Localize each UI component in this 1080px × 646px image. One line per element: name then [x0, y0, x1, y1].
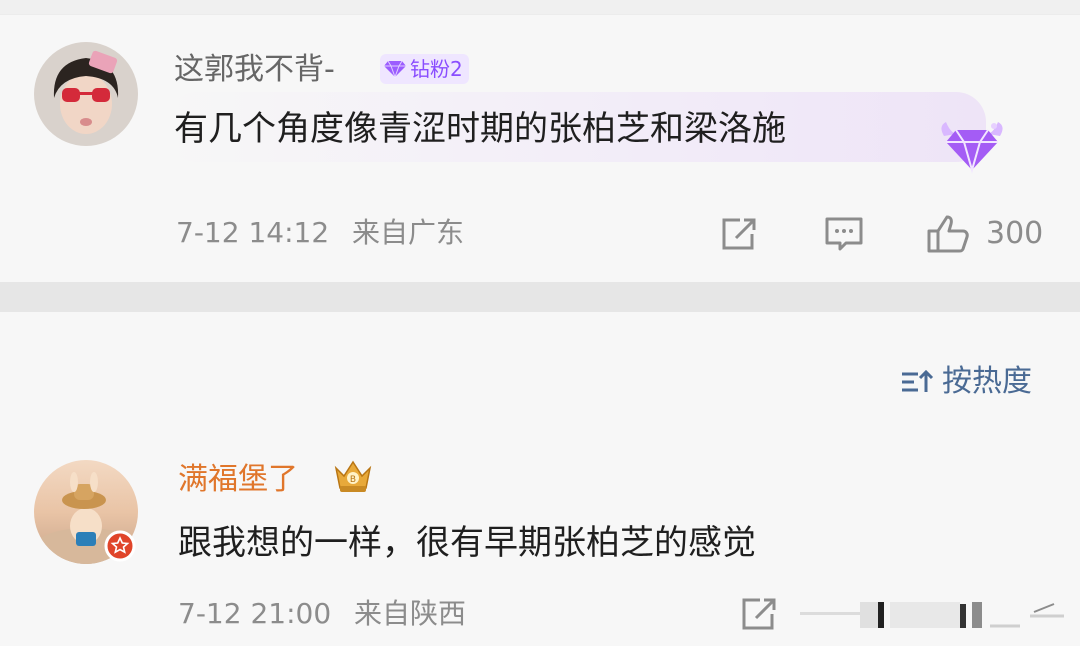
sort-label: 按热度 [942, 364, 1032, 399]
timestamp: 7-12 21:00 [178, 597, 332, 630]
comment-text: 跟我想的一样，很有早期张柏芝的感觉 [178, 523, 756, 563]
like-icon [926, 214, 970, 254]
fan-badge[interactable]: 钻粉2 [380, 54, 469, 84]
like-count: 300 [986, 216, 1044, 251]
like-button[interactable]: 300 [926, 214, 1043, 254]
share-icon[interactable] [720, 216, 758, 252]
timestamp: 7-12 14:12 [176, 216, 330, 249]
watermark-strip [800, 596, 1070, 632]
diamond-icon [384, 60, 406, 78]
crown-icon: B [330, 454, 376, 496]
verified-badge-icon [104, 530, 136, 562]
svg-text:B: B [350, 475, 356, 485]
username[interactable]: 这郭我不背- [174, 50, 335, 90]
gem-decoration-icon [936, 116, 1008, 176]
location: 来自广东 [352, 216, 465, 249]
sort-by-hot-button[interactable]: 按热度 [900, 362, 1032, 402]
sort-icon [900, 368, 934, 396]
top-divider [0, 0, 1080, 15]
comment-icon[interactable] [824, 216, 864, 252]
badge-label: 钻粉2 [410, 57, 463, 81]
share-icon[interactable] [740, 596, 778, 632]
comment-meta: 7-12 14:12 来自广东 [176, 215, 464, 251]
comment-text: 有几个角度像青涩时期的张柏芝和梁洛施 [174, 109, 786, 149]
section-separator [0, 282, 1080, 312]
username[interactable]: 满福堡了 [178, 460, 298, 500]
comment-meta: 7-12 21:00 来自陕西 [178, 596, 466, 632]
avatar[interactable] [34, 42, 138, 146]
location: 来自陕西 [354, 597, 467, 630]
